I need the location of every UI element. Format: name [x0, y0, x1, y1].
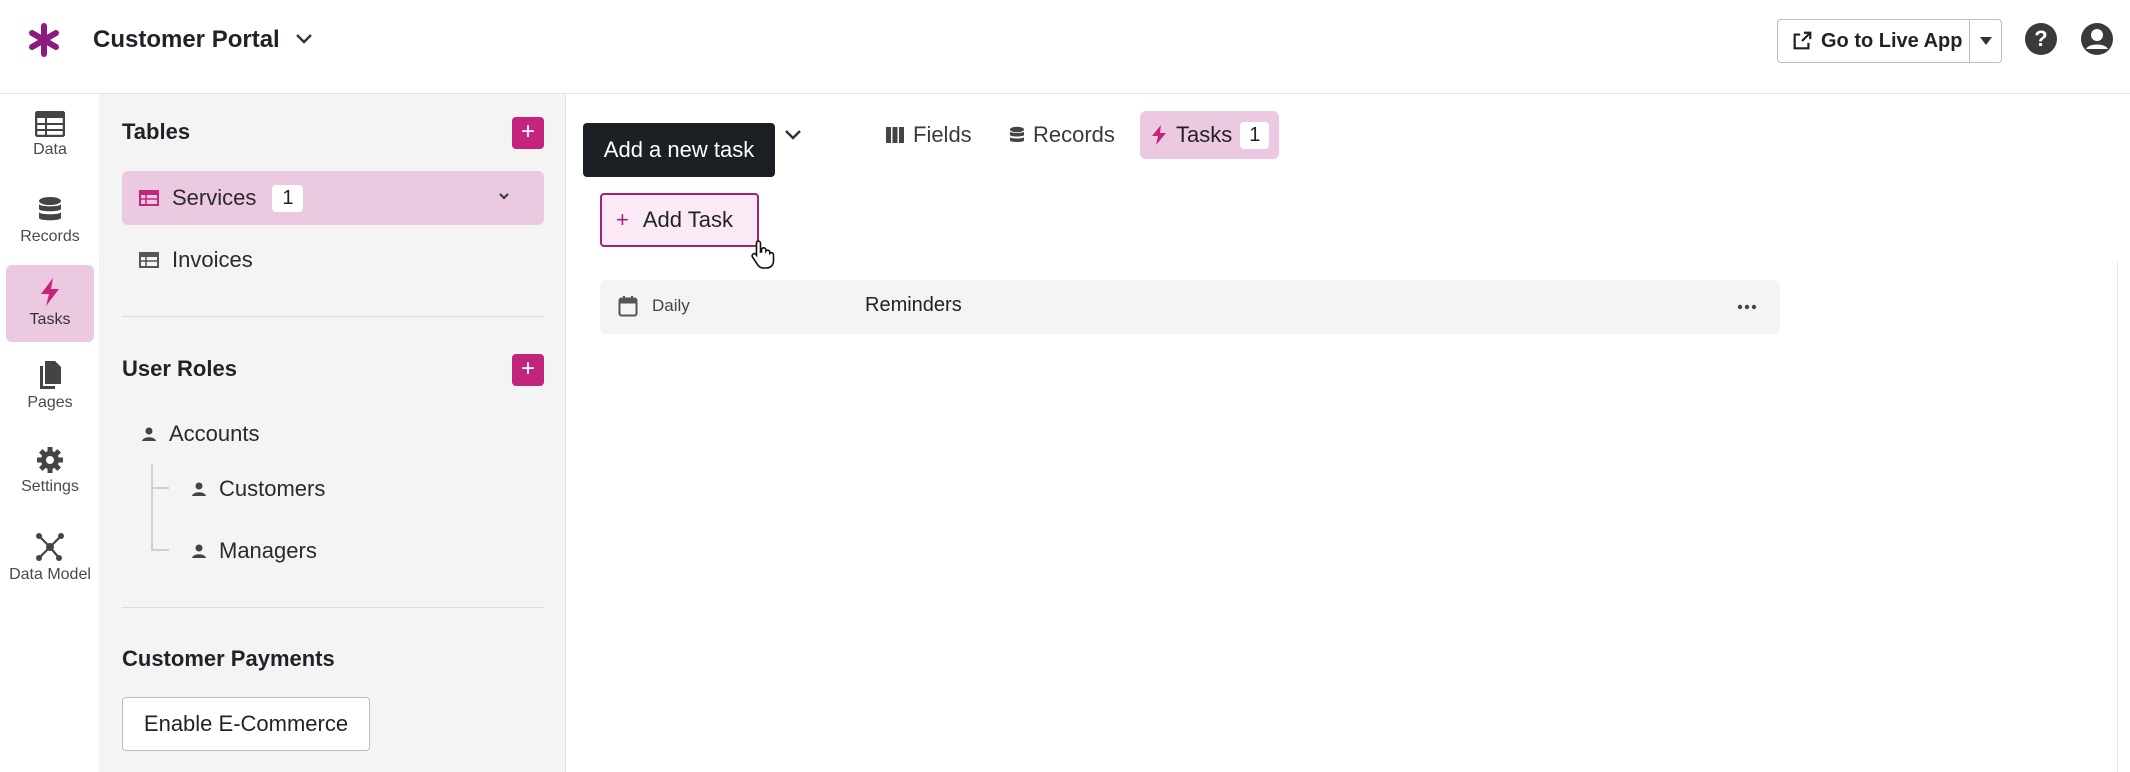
nav-label-records: Records	[20, 228, 80, 245]
sidebar-item-accounts[interactable]: Accounts	[141, 421, 260, 447]
database-icon	[39, 197, 61, 221]
hand-pointer-icon	[751, 240, 775, 269]
add-task-button[interactable]: + Add Task	[600, 193, 759, 247]
nav-item-tasks[interactable]: Tasks	[6, 265, 94, 342]
nav-item-data[interactable]: Data	[6, 99, 94, 176]
table-icon	[35, 111, 65, 137]
sidebar-item-label: Services	[172, 185, 257, 210]
live-app-dropdown-button[interactable]	[1970, 19, 2002, 63]
nav-label-tasks: Tasks	[29, 311, 71, 328]
pages-icon	[40, 361, 61, 389]
person-icon	[142, 427, 156, 441]
chevron-down-icon[interactable]	[781, 122, 805, 146]
nav-item-records[interactable]: Records	[6, 184, 94, 261]
enable-ecommerce-button[interactable]: Enable E-Commerce	[122, 697, 370, 751]
database-icon	[1010, 126, 1024, 142]
sidebar-item-managers[interactable]: Managers	[191, 538, 317, 564]
task-name: Reminders	[865, 294, 962, 316]
nav-item-data-model[interactable]: Data Model	[6, 520, 94, 597]
sidebar-panel: Tables + Services 1 Invoices User Roles …	[99, 94, 566, 772]
nav-label-data-model: Data Model	[9, 566, 91, 583]
chevron-down-icon[interactable]	[292, 26, 316, 50]
section-divider	[122, 607, 544, 608]
caret-down-icon	[1979, 37, 1992, 45]
user-account-icon[interactable]	[2080, 22, 2114, 56]
columns-icon	[886, 127, 904, 143]
go-to-live-app-button[interactable]: Go to Live App	[1777, 19, 1970, 63]
bolt-icon	[41, 278, 59, 306]
calendar-icon	[618, 296, 638, 317]
plus-icon: +	[616, 207, 629, 232]
left-nav: Data Records Tasks Pages Settings Data M…	[0, 94, 99, 772]
nav-label-settings: Settings	[21, 478, 79, 495]
nav-item-pages[interactable]: Pages	[6, 348, 94, 425]
tab-tasks[interactable]: Tasks 1	[1140, 111, 1280, 159]
sidebar-item-services[interactable]: Services 1	[122, 171, 544, 225]
role-label: Accounts	[169, 421, 260, 446]
bolt-icon	[1152, 125, 1166, 145]
external-link-icon	[1793, 31, 1812, 50]
section-divider	[122, 316, 544, 317]
sidebar-item-customers[interactable]: Customers	[191, 476, 325, 502]
record-count-badge: 1	[272, 184, 304, 212]
nav-item-settings[interactable]: Settings	[6, 434, 94, 511]
sidebar-item-invoices[interactable]: Invoices	[122, 233, 544, 287]
tab-records[interactable]: Records	[999, 111, 1125, 159]
task-row[interactable]: Daily Reminders	[600, 280, 1780, 334]
tab-label: Records	[1033, 122, 1115, 147]
customer-payments-section-title: Customer Payments	[122, 646, 335, 671]
tab-fields[interactable]: Fields	[875, 111, 982, 159]
add-table-button[interactable]: +	[512, 117, 544, 149]
svg-text:?: ?	[2034, 26, 2047, 51]
network-icon	[36, 533, 64, 561]
asterisk-logo-icon[interactable]	[26, 22, 62, 58]
tree-connector	[151, 549, 169, 551]
table-icon	[139, 190, 159, 206]
nav-label-pages: Pages	[27, 394, 73, 411]
person-icon	[192, 482, 206, 496]
user-roles-section-title: User Roles	[122, 356, 237, 381]
task-schedule: Daily	[652, 296, 690, 315]
more-options-icon[interactable]	[1736, 296, 1758, 318]
sidebar-item-label: Invoices	[172, 247, 253, 272]
tab-label: Tasks	[1176, 122, 1233, 147]
add-task-label: Add Task	[642, 207, 733, 232]
nav-label-data: Data	[33, 141, 67, 158]
tab-label: Fields	[913, 122, 972, 147]
add-task-tooltip: Add a new task	[583, 123, 775, 177]
table-icon	[139, 252, 159, 268]
live-app-control: Go to Live App	[1777, 19, 2002, 63]
tables-section-title: Tables	[122, 119, 191, 144]
tree-connector	[151, 487, 169, 489]
person-icon	[192, 544, 206, 558]
role-label: Customers	[219, 476, 326, 501]
tree-connector	[151, 464, 153, 549]
top-bar: Customer Portal Go to Live App ?	[0, 0, 2130, 94]
app-title[interactable]: Customer Portal	[93, 26, 280, 54]
content-divider	[2117, 262, 2118, 772]
gear-icon	[37, 447, 63, 473]
task-count-badge: 1	[1240, 121, 1270, 149]
go-to-live-app-label: Go to Live App	[1821, 29, 1963, 52]
add-user-role-button[interactable]: +	[512, 354, 544, 386]
chevron-down-icon[interactable]	[495, 187, 513, 205]
role-label: Managers	[219, 538, 317, 563]
help-icon[interactable]: ?	[2024, 22, 2058, 56]
main-content: Add a new task Fields Records Tasks 1 + …	[567, 94, 2130, 772]
